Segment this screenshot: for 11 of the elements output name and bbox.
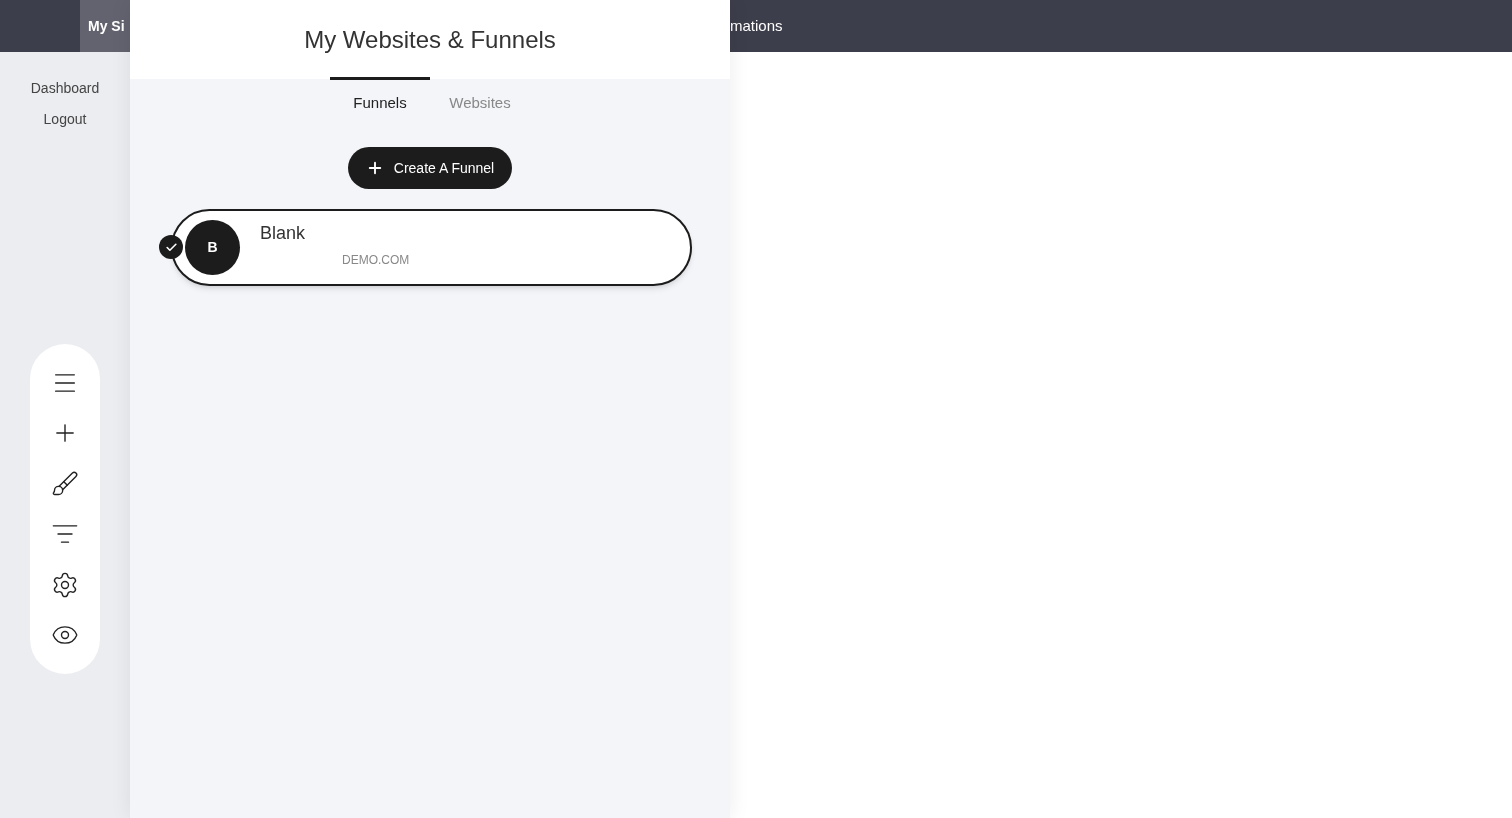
funnel-card[interactable]: B Blank DEMO.COM	[171, 209, 692, 286]
create-funnel-button[interactable]: Create A Funnel	[347, 147, 513, 189]
funnel-domain: DEMO.COM	[342, 252, 410, 269]
sidebar-link[interactable]: Dashboard	[30, 78, 100, 99]
nav-tab[interactable]: My Si	[80, 0, 130, 52]
tab[interactable]: Funnels	[330, 77, 430, 127]
nav-item[interactable]: mations	[730, 14, 783, 38]
funnel-name: Blank	[260, 222, 307, 245]
sidebar-link[interactable]: Logout	[43, 109, 87, 130]
panel-title: My Websites & Funnels	[304, 24, 556, 55]
avatar: B	[185, 220, 240, 275]
